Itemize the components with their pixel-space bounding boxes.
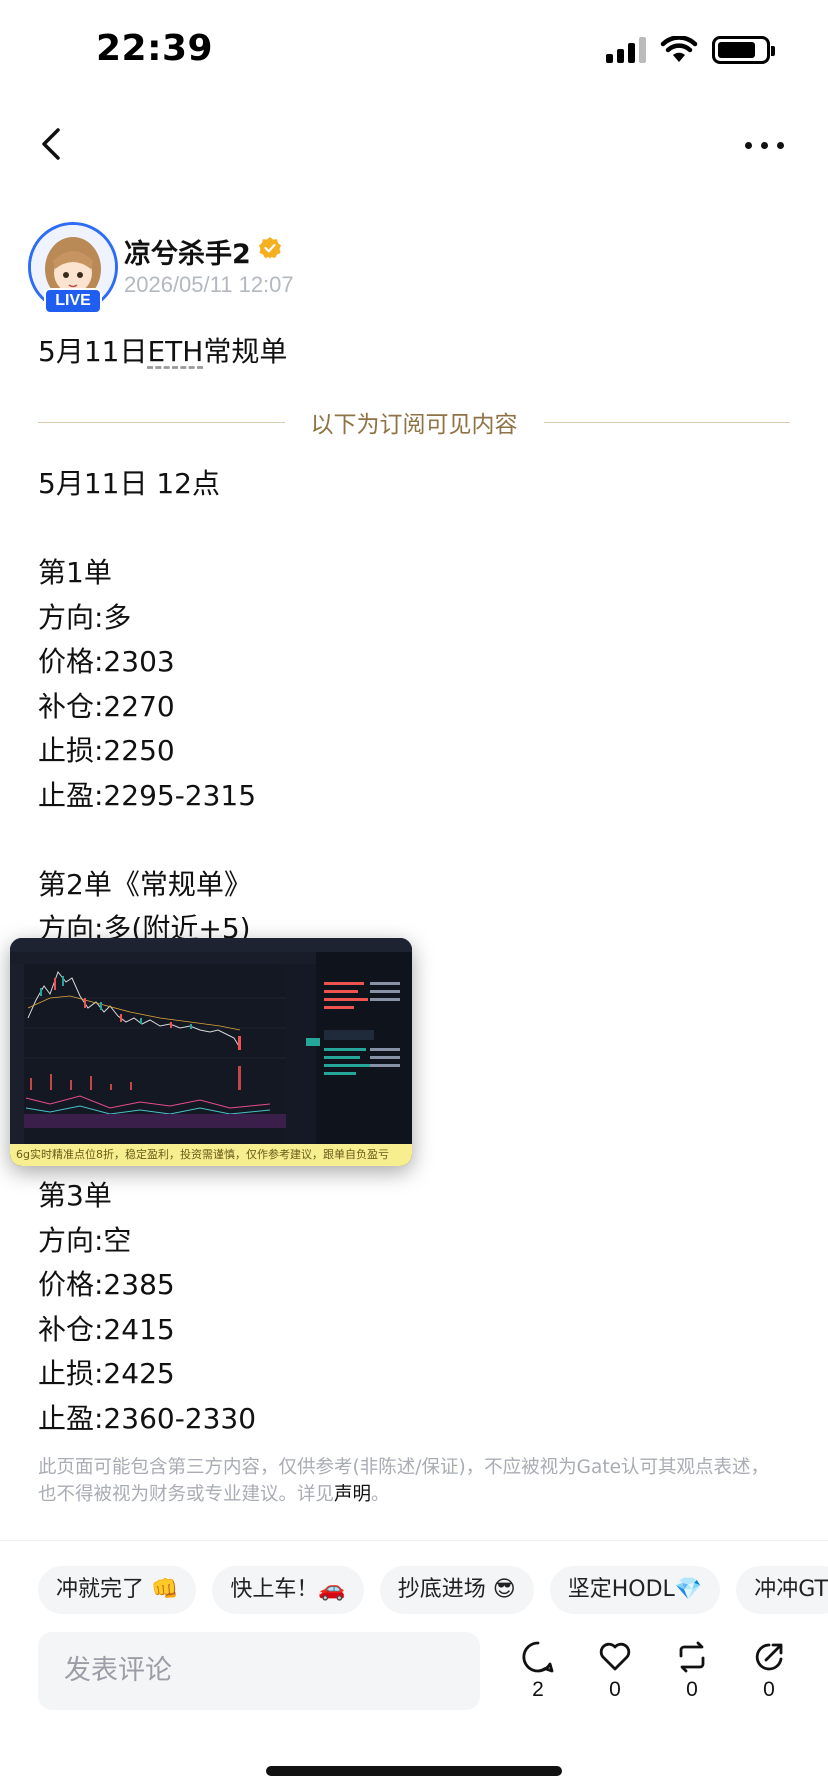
repost-count: 0 xyxy=(686,1678,698,1701)
post-line: 止损:2250 xyxy=(38,734,175,767)
post-line: 补仓:2270 xyxy=(38,689,175,723)
post-title: 5月11日ETH常规单 xyxy=(38,330,287,370)
avatar[interactable]: LIVE xyxy=(28,222,118,314)
eth-ticker-link[interactable]: ETH xyxy=(147,335,203,368)
post-line xyxy=(38,507,798,552)
post-line: 第3单 xyxy=(38,1179,112,1212)
post-line: 价格:2303 xyxy=(38,645,175,678)
reaction-chip[interactable]: 坚定HODL💎 xyxy=(549,1566,721,1614)
home-indicator[interactable] xyxy=(266,1766,562,1776)
share-button[interactable]: 0 xyxy=(749,1640,789,1714)
post-timestamp: 2026/05/11 12:07 xyxy=(124,272,294,297)
comment-input[interactable]: 发表评论 xyxy=(38,1632,480,1710)
quick-reaction-chips: 冲就完了 👊 快上车！🚗 抄底进场 😎 坚定HODL💎 冲冲GT xyxy=(38,1566,828,1614)
post-line: 第2单《常规单》 xyxy=(38,867,252,901)
post-line: 价格:2385 xyxy=(38,1268,175,1301)
wifi-icon xyxy=(660,36,698,62)
comment-count: 2 xyxy=(532,1678,544,1701)
trading-chart-screenshot[interactable]: 6g实时精准点位8折，稳定盈利，投资需谨慎，仅作参考建议，跟单自负盈亏 xyxy=(10,938,412,1166)
author-name[interactable]: 凉兮杀手2 xyxy=(124,232,251,271)
live-badge: LIVE xyxy=(44,288,102,314)
post-line: 止盈:2295-2315 xyxy=(38,778,257,812)
cellular-signal-icon xyxy=(606,37,646,63)
post-body-bottom: 第3单 方向:空 价格:2385 补仓:2415 止损:2425 止盈:2360… xyxy=(38,1174,798,1441)
post-line: 止损:2425 xyxy=(38,1357,175,1390)
post-line: 第1单 xyxy=(38,556,112,589)
third-party-disclaimer: 此页面可能包含第三方内容，仅供参考(非陈述/保证)，不应被视为Gate认可其观点… xyxy=(38,1454,776,1508)
subscriber-divider-label: 以下为订阅可见内容 xyxy=(310,412,518,438)
share-icon xyxy=(755,1643,783,1671)
post-line: 5月11日 12点 xyxy=(38,467,220,500)
back-icon[interactable] xyxy=(36,124,66,164)
repost-icon xyxy=(679,1641,705,1673)
post-line: 方向:空 xyxy=(38,1223,132,1257)
reaction-chip[interactable]: 快上车！🚗 xyxy=(212,1566,364,1614)
like-count: 0 xyxy=(609,1678,621,1701)
candlestick-chart-image xyxy=(10,938,412,1144)
more-options-icon[interactable] xyxy=(738,130,790,160)
post-line xyxy=(38,818,798,863)
post-line: 方向:多 xyxy=(38,600,132,634)
share-count: 0 xyxy=(763,1678,775,1701)
disclaimer-end: 。 xyxy=(371,1484,390,1505)
post-line: 止盈:2360-2330 xyxy=(38,1401,257,1435)
battery-icon xyxy=(712,36,775,64)
subscriber-divider: 以下为订阅可见内容 xyxy=(38,404,790,440)
disclaimer-statement-link[interactable]: 声明 xyxy=(334,1484,371,1505)
reaction-chip[interactable]: 抄底进场 😎 xyxy=(379,1566,534,1614)
divider xyxy=(0,1540,828,1541)
comment-bubble-icon xyxy=(522,1641,554,1673)
verified-badge-icon xyxy=(259,237,281,259)
like-button[interactable]: 0 xyxy=(595,1640,635,1714)
status-time: 22:39 xyxy=(96,28,214,69)
post-body-top: 5月11日 12点 第1单 方向:多 价格:2303 补仓:2270 止损:22… xyxy=(38,462,798,952)
repost-button[interactable]: 0 xyxy=(672,1640,712,1714)
status-icons xyxy=(606,34,775,66)
post-title-suffix: 常规单 xyxy=(203,335,288,368)
disclaimer-text: 此页面可能包含第三方内容，仅供参考(非陈述/保证)，不应被视为Gate认可其观点… xyxy=(38,1457,769,1505)
heart-icon xyxy=(599,1642,631,1671)
post-line: 补仓:2415 xyxy=(38,1312,175,1346)
reaction-chip[interactable]: 冲就完了 👊 xyxy=(38,1566,197,1614)
reaction-chip[interactable]: 冲冲GT xyxy=(736,1566,828,1614)
chart-promo-caption: 6g实时精准点位8折，稳定盈利，投资需谨慎，仅作参考建议，跟单自负盈亏 xyxy=(10,1144,412,1166)
post-title-prefix: 5月11日 xyxy=(38,335,148,368)
comment-button[interactable]: 2 xyxy=(518,1640,558,1714)
